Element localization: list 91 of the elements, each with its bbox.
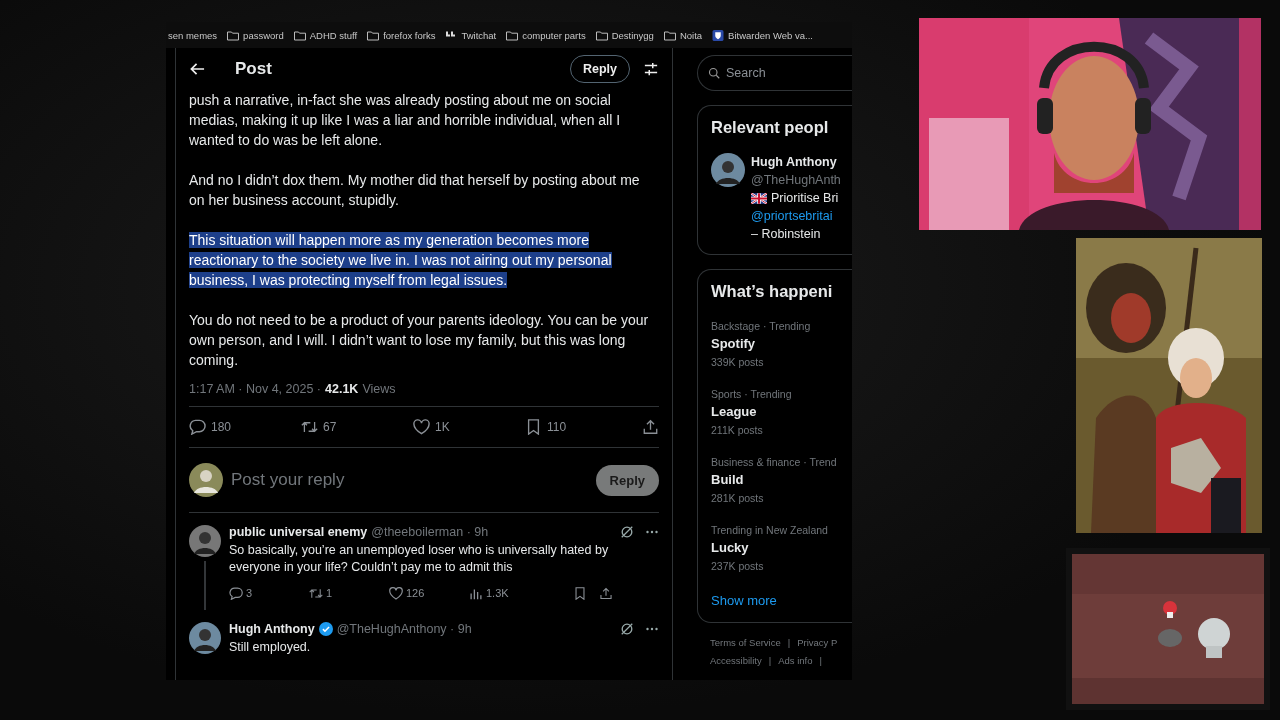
trend-post-count: 211K posts: [711, 423, 764, 438]
sliders-icon[interactable]: [644, 62, 658, 76]
separator: |: [768, 655, 772, 666]
reply-input-field[interactable]: Post your reply: [231, 470, 596, 490]
card-title: Relevant peopl: [711, 118, 830, 137]
footer-link[interactable]: Privacy P: [797, 637, 838, 648]
slashed-circle-icon[interactable]: [620, 622, 634, 636]
share-icon[interactable]: [642, 419, 659, 435]
action-count: 1K: [435, 420, 450, 434]
bookmark[interactable]: password: [227, 29, 284, 41]
user-handle: @TheHughAnth: [751, 172, 841, 189]
bookmark[interactable]: ADHD stuff: [293, 29, 358, 41]
user-handle: @TheHughAnthony · 9h: [336, 622, 473, 636]
folder-icon: [663, 29, 676, 41]
bio-text: – Robinstein: [751, 226, 822, 243]
views-label: Views: [362, 382, 396, 396]
bookmark[interactable]: Destinygg: [595, 29, 654, 41]
show-more-link[interactable]: Show more: [711, 593, 852, 608]
card-title: What’s happeni: [711, 282, 834, 301]
post-paragraph: You do not need to be a product of your parents ideology. You can be your own person, and I will. I didn’t want to lose my family, but this was long coming.: [189, 311, 650, 370]
action-count: 1: [326, 587, 333, 599]
folder-icon: [293, 29, 306, 41]
bookmark[interactable]: forefox forks: [367, 29, 436, 41]
folder-icon: [227, 29, 240, 41]
bookmark[interactable]: sen memes: [168, 29, 218, 41]
user-handle: @theeboilerman · 9h: [371, 525, 490, 539]
footer-link[interactable]: Accessibility: [710, 655, 762, 666]
user-name[interactable]: Hugh Anthony: [229, 622, 315, 636]
bookmark[interactable]: Noita: [663, 29, 703, 41]
more-icon[interactable]: [646, 530, 658, 534]
repost-icon[interactable]: [301, 419, 318, 435]
heart-icon[interactable]: [389, 586, 403, 600]
avatar: [189, 622, 221, 654]
folder-icon: [595, 29, 608, 41]
post-paragraph: And no I didn’t dox them. My mother did that herself by posting about me on her business account, stupidly.: [189, 171, 641, 210]
page-title: Post: [235, 59, 273, 79]
footer-link[interactable]: Ads info: [778, 655, 813, 666]
action-count: 67: [323, 420, 337, 434]
slashed-circle-icon[interactable]: [620, 525, 634, 539]
view-count: 42.1K: [325, 382, 359, 396]
trend-topic[interactable]: Lucky: [711, 539, 852, 557]
bar-chart-icon[interactable]: [469, 586, 483, 600]
comment-icon[interactable]: [229, 586, 243, 600]
footer-link[interactable]: Terms of Service: [710, 637, 781, 648]
user-name[interactable]: Hugh Anthony: [751, 153, 841, 171]
separator: |: [787, 637, 791, 648]
heart-icon[interactable]: [413, 419, 430, 435]
user-name[interactable]: public universal enemy: [229, 525, 368, 539]
shield-icon: [712, 29, 725, 41]
reply-button[interactable]: Reply: [595, 464, 659, 496]
action-count: 180: [211, 420, 232, 434]
trend-context: Sports · Trending: [711, 387, 793, 402]
folder-icon: [506, 29, 519, 41]
repost-icon[interactable]: [309, 586, 323, 600]
share-icon[interactable]: [599, 586, 613, 600]
post-timestamp: 1:17 AM · Nov 4, 2025 ·: [189, 382, 321, 396]
bookmark[interactable]: Bitwarden Web va...: [712, 29, 813, 41]
action-count: 126: [406, 587, 425, 599]
back-arrow-icon[interactable]: [190, 62, 205, 76]
action-count: 110: [547, 420, 567, 434]
post-paragraph: This situation will happen more as my generation becomes more reactionary to the society we live in. I was not airing out my personal business, I was protecting myself from legal issues.: [189, 231, 613, 290]
action-count: 1.3K: [486, 587, 509, 599]
trend-topic[interactable]: Build: [711, 471, 852, 489]
trend-post-count: 339K posts: [711, 355, 765, 370]
avatar: [711, 153, 745, 187]
trend-context: Backstage · Trending: [711, 319, 812, 334]
action-count: 3: [246, 587, 253, 599]
verified-badge-icon: [318, 622, 333, 636]
search-icon: [708, 67, 720, 79]
bookmark[interactable]: Twitchat: [445, 29, 497, 41]
bookmark-icon[interactable]: [573, 586, 587, 600]
separator: |: [819, 655, 822, 666]
trend-topic[interactable]: League: [711, 403, 852, 421]
bookmark[interactable]: computer parts: [506, 29, 586, 41]
avatar: [189, 463, 223, 497]
reply-text: Still employed.: [229, 639, 312, 656]
avatar: [189, 525, 221, 557]
reply-text: So basically, you’re an unemployed loser who is universally hated by everyone in your life? Couldn’t pay me to admit this: [229, 542, 610, 576]
trend-topic[interactable]: Spotify: [711, 335, 852, 353]
comment-icon[interactable]: [189, 419, 206, 435]
post-paragraph: push a narrative, in-fact she was already posting about me on social medias, making it up like I was a liar and horrible individual, when all I wanted to do was be left alone.: [189, 91, 622, 150]
trend-post-count: 237K posts: [711, 559, 765, 574]
folder-icon: [367, 29, 380, 41]
bookmark-icon[interactable]: [525, 419, 542, 435]
bio-text: Prioritise Bri: [771, 190, 839, 207]
flag-icon: [751, 192, 767, 204]
trend-context: Trending in New Zealand: [711, 523, 829, 538]
trend-context: Business & finance · Trend: [711, 455, 838, 470]
trend-post-count: 281K posts: [711, 491, 765, 506]
bio-link[interactable]: @priortsebritai: [751, 207, 841, 225]
more-icon[interactable]: [646, 627, 658, 631]
